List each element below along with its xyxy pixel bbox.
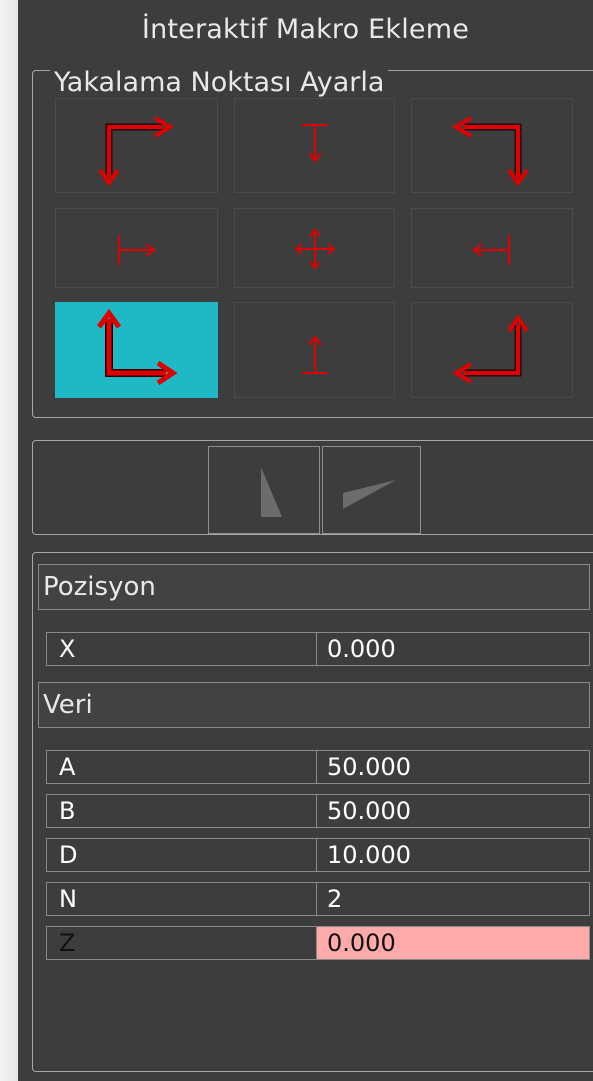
property-row-n[interactable]: N 2	[46, 882, 590, 916]
panel-title: İnteraktif Makro Ekleme	[141, 14, 470, 45]
data-section-header[interactable]: Veri	[38, 682, 590, 728]
property-row-z[interactable]: Z 0.000	[46, 926, 590, 960]
property-key: B	[47, 795, 317, 827]
arrow-bottom-center-icon	[302, 335, 328, 374]
position-section-label: Pozisyon	[43, 572, 156, 602]
snap-center-button[interactable]	[234, 208, 395, 288]
snap-bottom-left-button[interactable]	[55, 302, 218, 398]
property-key: X	[47, 633, 317, 665]
property-row-a[interactable]: A 50.000	[46, 750, 590, 784]
move-cross-icon	[294, 228, 336, 270]
snap-bottom-right-button[interactable]	[411, 302, 573, 398]
property-row-x[interactable]: X 0.000	[46, 632, 590, 666]
property-value[interactable]: 2	[317, 883, 589, 915]
horizontal-triangle-button[interactable]	[322, 446, 421, 534]
arrow-bottom-right-icon	[452, 314, 529, 384]
property-key: D	[47, 839, 317, 871]
snap-top-right-button[interactable]	[411, 98, 573, 193]
property-value-error[interactable]: 0.000	[317, 927, 589, 959]
arrow-top-left-icon	[98, 116, 174, 187]
position-section-header[interactable]: Pozisyon	[38, 564, 590, 610]
vertical-triangle-icon	[261, 467, 282, 517]
arrow-middle-right-icon	[472, 235, 510, 265]
property-row-d[interactable]: D 10.000	[46, 838, 590, 872]
snap-middle-right-button[interactable]	[411, 208, 573, 288]
property-value[interactable]: 10.000	[317, 839, 589, 871]
property-value[interactable]: 50.000	[317, 795, 589, 827]
snap-top-left-button[interactable]	[55, 98, 218, 193]
arrow-middle-left-icon	[118, 235, 156, 265]
arrow-top-center-icon	[302, 124, 328, 163]
horizontal-triangle-icon	[343, 480, 396, 509]
vertical-triangle-button[interactable]	[208, 446, 320, 534]
snap-point-group-label: Yakalama Noktası Ayarla	[50, 66, 389, 100]
property-key: N	[47, 883, 317, 915]
arrow-bottom-left-icon	[96, 308, 178, 386]
property-row-b[interactable]: B 50.000	[46, 794, 590, 828]
arrow-top-right-icon	[452, 116, 529, 187]
property-value[interactable]: 0.000	[317, 633, 589, 665]
property-value[interactable]: 50.000	[317, 751, 589, 783]
data-section-label: Veri	[43, 690, 93, 720]
snap-bottom-center-button[interactable]	[234, 302, 395, 398]
property-key: Z	[47, 927, 317, 959]
property-key: A	[47, 751, 317, 783]
snap-top-center-button[interactable]	[234, 98, 395, 193]
snap-middle-left-button[interactable]	[55, 208, 218, 288]
